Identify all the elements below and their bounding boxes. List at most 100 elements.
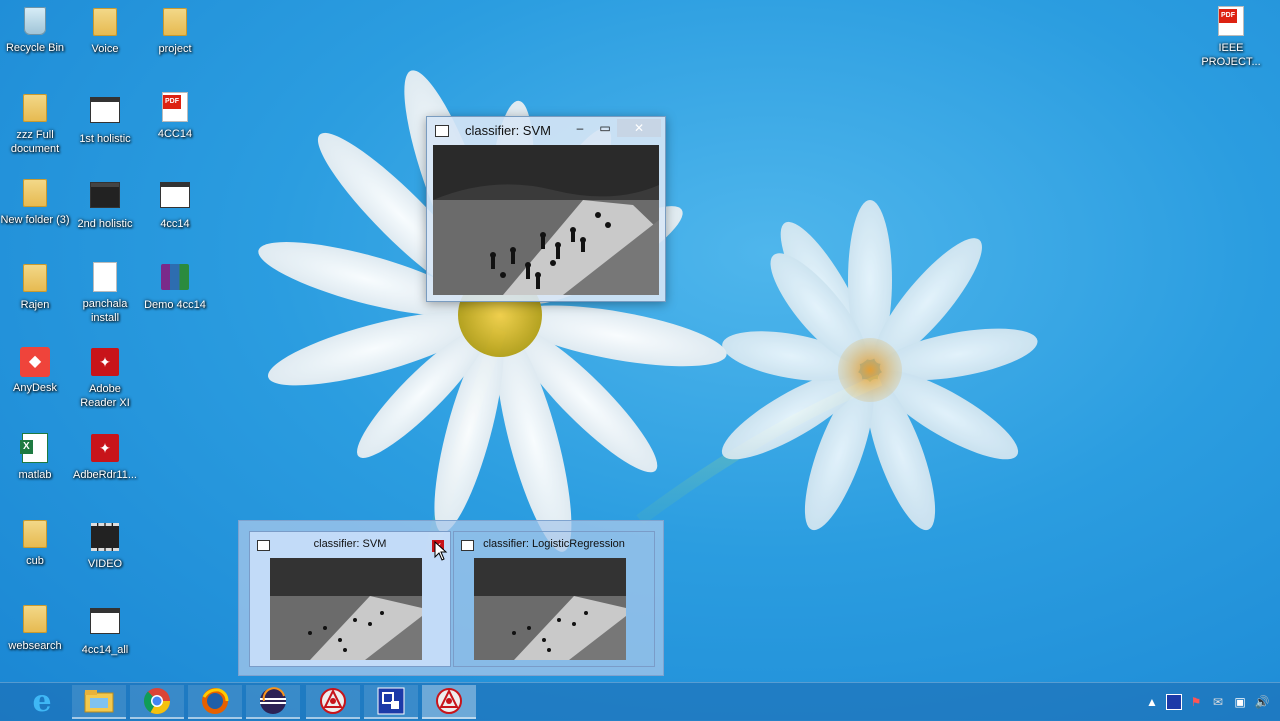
desktop-icon-c1-1[interactable]: zzz Full document [0, 92, 70, 156]
icon-graphic: ✦ [90, 434, 120, 464]
desktop-icon-label: 4CC14 [157, 128, 193, 140]
desktop-icon-c2-7[interactable]: 4cc14_all [70, 603, 140, 657]
desktop-icon-c3-2[interactable]: 4cc14 [140, 177, 210, 231]
close-button[interactable]: ✕ [617, 119, 661, 137]
chrome-icon [143, 688, 171, 715]
window-titlebar[interactable]: classifier: SVM ‒ ▭ ✕ [427, 117, 665, 143]
desktop-icon-label: matlab [18, 469, 52, 481]
folder-icon [23, 264, 47, 292]
icon-graphic [160, 93, 190, 123]
flag-icon[interactable]: ⚑ [1188, 695, 1204, 709]
desktop-icon-c1-4[interactable]: ◆ AnyDesk [0, 347, 70, 395]
document-icon [94, 263, 116, 291]
desktop-icon-label: zzz Full document [10, 129, 60, 155]
desktop-icon-c2-2[interactable]: 2nd holistic [70, 177, 140, 231]
taskbar-opencv-active-button[interactable] [422, 685, 476, 719]
desktop-icon-label: Rajen [20, 299, 50, 311]
desktop-icon-c1-0[interactable]: Recycle Bin [0, 6, 70, 55]
network-app-icon[interactable] [1166, 694, 1182, 710]
volume-icon[interactable]: 🔊 [1254, 695, 1270, 709]
opencv-icon [320, 688, 346, 714]
folder-icon [23, 520, 47, 548]
icon-graphic [20, 605, 50, 635]
taskbar: e ▲ ⚑ ✉ ▣ 🔊 [0, 682, 1280, 721]
desktop-icon-label: Adobe Reader XI [80, 383, 130, 409]
taskbar-ie-button[interactable]: e [14, 685, 70, 719]
desktop-icon-c2-3[interactable]: panchala install [70, 262, 140, 325]
icon-graphic [160, 183, 190, 213]
desktop-icon-c1-5[interactable]: matlab [0, 433, 70, 482]
taskbar-chrome-button[interactable] [130, 685, 184, 719]
anydesk-icon: ◆ [20, 347, 50, 377]
desktop-icon-label: cub [26, 555, 44, 567]
desktop-icon-c2-5[interactable]: ✦ AdbeRdr11... [70, 433, 140, 482]
desktop-icon-c3-1[interactable]: 4CC14 [140, 92, 210, 141]
maximize-button[interactable]: ▭ [592, 119, 618, 137]
icon-graphic [90, 609, 120, 639]
desktop-icon-c3-0[interactable]: project [140, 6, 210, 56]
video-frame-image [433, 145, 659, 295]
winrar-archive-icon [161, 264, 189, 290]
pdf-file-icon [163, 93, 187, 121]
minimize-button[interactable]: ‒ [567, 119, 593, 137]
icon-graphic [20, 94, 50, 124]
desktop-icon-c1-7[interactable]: websearch [0, 603, 70, 653]
icon-graphic [20, 7, 50, 37]
window-app-icon [161, 183, 189, 207]
desktop-icon-c2-6[interactable]: VIDEO [70, 518, 140, 571]
desktop-icon-c2-1[interactable]: 1st holistic [70, 92, 140, 146]
desktop-icon-c1-3[interactable]: Rajen [0, 262, 70, 312]
action-center-icon[interactable]: ✉ [1210, 695, 1226, 709]
icon-graphic [90, 98, 120, 128]
classifier-svm-window[interactable]: classifier: SVM ‒ ▭ ✕ [426, 116, 666, 302]
file-explorer-icon [84, 690, 114, 713]
icon-graphic [160, 264, 190, 294]
folder-icon [23, 179, 47, 207]
daisy-small [721, 200, 1038, 531]
icon-graphic [20, 520, 50, 550]
system-tray: ▲ ⚑ ✉ ▣ 🔊 [1144, 683, 1270, 721]
mouse-cursor-icon [434, 541, 448, 561]
taskbar-opencv-button[interactable] [306, 685, 360, 719]
desktop-icon-label: 4cc14_all [81, 644, 129, 656]
desktop-icon-label: AdbeRdr11... [72, 469, 137, 481]
window-app-icon [91, 183, 119, 207]
icon-graphic: ◆ [20, 347, 50, 377]
adobe-reader-icon: ✦ [91, 348, 119, 376]
desktop-icon-label: 4cc14 [160, 218, 190, 230]
icon-graphic [20, 179, 50, 209]
folder-icon [93, 8, 117, 36]
desktop-icon-c2-0[interactable]: Voice [70, 6, 140, 56]
opencv-icon [436, 688, 462, 714]
thumbnail-preview-image [270, 558, 422, 660]
taskbar-thumbnail-popup: classifier: SVM ✕ classifier: LogisticRe… [238, 520, 664, 676]
adobe-reader-icon: ✦ [91, 434, 119, 462]
desktop-icon-ieee-project[interactable]: IEEE PROJECT... [1196, 6, 1266, 69]
desktop-icon-label: AnyDesk [12, 382, 58, 394]
thumbnail-svm[interactable]: classifier: SVM ✕ [249, 531, 451, 667]
taskbar-eclipse-button[interactable] [246, 685, 300, 719]
firefox-icon [202, 688, 229, 714]
taskbar-file-explorer-button[interactable] [72, 685, 126, 719]
desktop-icon-label: 2nd holistic [77, 218, 133, 230]
desktop-icon-c1-6[interactable]: cub [0, 518, 70, 568]
desktop-icon-c3-3[interactable]: Demo 4cc14 [140, 262, 210, 312]
thumbnail-logistic-regression[interactable]: classifier: LogisticRegression [453, 531, 655, 667]
desktop-icon-label: panchala install [82, 298, 128, 324]
taskbar-python-window-button[interactable] [364, 685, 418, 719]
folder-icon [23, 605, 47, 633]
icon-graphic [160, 8, 190, 38]
monitor-icon[interactable]: ▣ [1232, 695, 1248, 709]
desktop-icon-c2-4[interactable]: ✦ Adobe Reader XI [70, 347, 140, 410]
icon-graphic [90, 263, 120, 293]
desktop-icon-label: IEEE PROJECT... [1201, 42, 1261, 68]
icon-graphic [1216, 7, 1246, 37]
eclipse-icon [260, 687, 286, 714]
icon-graphic: ✦ [90, 348, 120, 378]
desktop-icon-c1-2[interactable]: New folder (3) [0, 177, 70, 227]
internet-explorer-icon: e [32, 684, 52, 719]
taskbar-firefox-button[interactable] [188, 685, 242, 719]
chevron-up-icon[interactable]: ▲ [1144, 695, 1160, 709]
thumbnail-preview-image [474, 558, 626, 660]
icon-graphic [90, 523, 120, 553]
